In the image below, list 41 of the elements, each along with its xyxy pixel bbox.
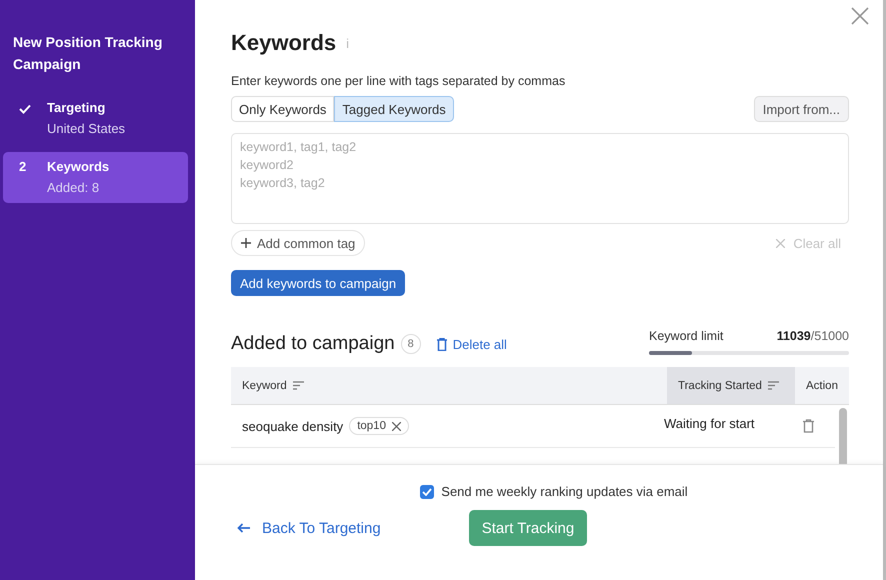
limit-label: Keyword limit	[649, 329, 724, 343]
step-number: 2	[19, 159, 28, 176]
column-header[interactable]: Tracking Started	[667, 367, 795, 404]
tab[interactable]: Only Keywords	[231, 96, 334, 122]
close-icon[interactable]	[392, 422, 401, 430]
section-title: Added to campaign	[231, 333, 395, 355]
sort-icon	[292, 381, 304, 390]
trash-icon[interactable]	[802, 419, 814, 433]
step-label: Keywords	[47, 159, 110, 174]
close-icon	[776, 238, 786, 248]
step-item[interactable]: 2 Keywords Added: 8	[3, 152, 188, 203]
tag-chip: top10	[349, 417, 409, 435]
count-badge: 8	[400, 334, 421, 354]
sort-icon	[768, 381, 779, 390]
delete-all-link[interactable]: Delete all	[430, 336, 513, 352]
close-icon[interactable]	[851, 7, 869, 25]
checkbox[interactable]	[420, 484, 434, 498]
step-subtitle: Added: 8	[47, 180, 100, 195]
keywords-field[interactable]: keyword1, tag1, tag2 keyword2 keyword3, tag2	[231, 133, 849, 224]
checkmark-icon	[19, 104, 31, 114]
add-keywords-button[interactable]: Add keywords to campaign	[231, 270, 406, 296]
status-cell: Waiting for start	[664, 416, 755, 431]
keyword-cell: seoquake density	[242, 418, 344, 434]
arrow-left-icon	[237, 523, 250, 533]
step-item[interactable]: Targeting United States	[3, 93, 188, 144]
limit-value: 11039/51000	[776, 329, 849, 343]
scrollbar[interactable]	[839, 408, 847, 464]
page-title: Keywords	[231, 30, 336, 56]
column-header[interactable]: Keyword	[231, 367, 667, 404]
step-subtitle: United States	[47, 121, 126, 136]
column-header[interactable]: Action	[795, 367, 849, 404]
tab[interactable]: Tagged Keywords	[334, 96, 454, 122]
instruction-text: Enter keywords one per line with tags separated by commas	[231, 74, 566, 88]
back-button[interactable]: Back To Targeting	[237, 520, 381, 536]
plus-icon	[241, 238, 251, 248]
sidebar-title: New Position Tracking Campaign	[12, 33, 164, 74]
add-common-tag-button[interactable]: Add common tag	[231, 230, 366, 256]
step-label: Targeting	[47, 100, 106, 115]
trash-icon	[436, 338, 447, 350]
import-button[interactable]: Import from...	[754, 96, 849, 122]
checkbox-label: Send me weekly ranking updates via email	[441, 484, 688, 499]
